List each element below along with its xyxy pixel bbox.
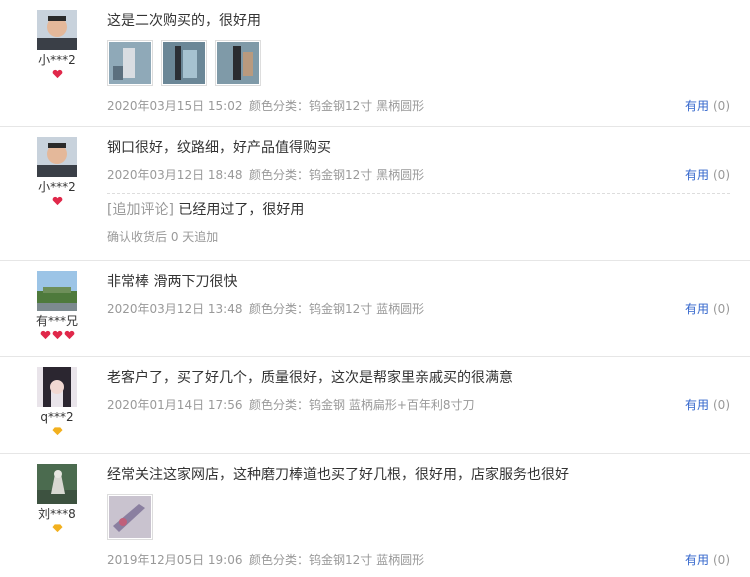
review-meta: 2019年12月05日 19:06 颜色分类：钨金钢12寸 蓝柄圆形 有用 (0) bbox=[107, 552, 730, 568]
heart-icon bbox=[64, 330, 74, 340]
buyer-level-badge bbox=[26, 523, 88, 535]
review-item: 有***兄 非常棒 滑两下刀很快 2020年03月12日 13:48 颜色分类：… bbox=[0, 261, 750, 357]
avatar[interactable] bbox=[37, 137, 77, 177]
useful-count: (0) bbox=[713, 302, 730, 316]
diamond-icon bbox=[51, 524, 63, 533]
review-meta: 2020年03月15日 15:02 颜色分类：钨金钢12寸 黑柄圆形 有用 (0) bbox=[107, 98, 730, 114]
review-item: 小***2 这是二次购买的，很好用 2020年03月15日 15:02 颜色分类… bbox=[0, 0, 750, 127]
review-date: 2020年03月12日 18:48 bbox=[107, 168, 243, 182]
username: 小***2 bbox=[38, 53, 76, 67]
avatar[interactable] bbox=[37, 367, 77, 407]
avatar[interactable] bbox=[37, 271, 77, 311]
buyer-level-badge bbox=[26, 196, 88, 208]
useful-count: (0) bbox=[713, 398, 730, 412]
buyer-level-badge bbox=[26, 426, 88, 438]
useful-button[interactable]: 有用 (0) bbox=[685, 397, 730, 413]
review-photos bbox=[107, 40, 730, 86]
review-photo-thumbnail[interactable] bbox=[107, 494, 153, 540]
useful-label[interactable]: 有用 bbox=[685, 302, 709, 316]
sku-info: 颜色分类：钨金钢12寸 黑柄圆形 bbox=[249, 168, 425, 182]
review-photo-thumbnail[interactable] bbox=[215, 40, 261, 86]
diamond-icon bbox=[51, 427, 63, 436]
review-photo-thumbnail[interactable] bbox=[107, 40, 153, 86]
review-date: 2020年03月15日 15:02 bbox=[107, 99, 243, 113]
heart-icon bbox=[52, 69, 62, 79]
reviewer: 有***兄 bbox=[26, 271, 88, 342]
username: 刘***8 bbox=[38, 507, 76, 521]
review-text: 非常棒 滑两下刀很快 bbox=[107, 274, 238, 290]
useful-count: (0) bbox=[713, 99, 730, 113]
review-meta: 2020年03月12日 13:48 颜色分类：钨金钢12寸 蓝柄圆形 有用 (0) bbox=[107, 301, 730, 317]
useful-button[interactable]: 有用 (0) bbox=[685, 98, 730, 114]
heart-icon bbox=[52, 196, 62, 206]
review-photo-thumbnail[interactable] bbox=[161, 40, 207, 86]
review-date: 2020年03月12日 13:48 bbox=[107, 302, 243, 316]
review-text: 这是二次购买的，很好用 bbox=[107, 13, 261, 29]
appended-review: [追加评论] 已经用过了，很好用 bbox=[107, 200, 730, 220]
username: q***2 bbox=[40, 410, 74, 424]
heart-icon bbox=[40, 330, 50, 340]
useful-label[interactable]: 有用 bbox=[685, 553, 709, 567]
review-meta: 2020年01月14日 17:56 颜色分类：钨金钢 蓝柄扁形+百年利8寸刀 有… bbox=[107, 397, 730, 413]
buyer-level-badge bbox=[26, 330, 88, 342]
reviewer: q***2 bbox=[26, 367, 88, 438]
sku-info: 颜色分类：钨金钢12寸 蓝柄圆形 bbox=[249, 302, 425, 316]
append-tag: [追加评论] bbox=[107, 202, 174, 218]
append-text: 已经用过了，很好用 bbox=[178, 202, 305, 218]
useful-count: (0) bbox=[713, 168, 730, 182]
reviewer: 小***2 bbox=[26, 10, 88, 81]
useful-button[interactable]: 有用 (0) bbox=[685, 552, 730, 568]
review-text: 钢口很好，纹路细，好产品值得购买 bbox=[107, 140, 331, 156]
useful-button[interactable]: 有用 (0) bbox=[685, 167, 730, 183]
append-note: 确认收货后 0 天追加 bbox=[107, 230, 219, 244]
review-item: 刘***8 经常关注这家网店，这种磨刀棒道也买了好几根，很好用，店家服务也很好 … bbox=[0, 454, 750, 577]
sku-info: 颜色分类：钨金钢 蓝柄扁形+百年利8寸刀 bbox=[249, 398, 475, 412]
review-text: 经常关注这家网店，这种磨刀棒道也买了好几根，很好用，店家服务也很好 bbox=[107, 467, 569, 483]
sku-info: 颜色分类：钨金钢12寸 黑柄圆形 bbox=[249, 99, 425, 113]
reviewer: 刘***8 bbox=[26, 464, 88, 535]
sku-info: 颜色分类：钨金钢12寸 蓝柄圆形 bbox=[249, 553, 425, 567]
heart-icon bbox=[52, 330, 62, 340]
reviewer: 小***2 bbox=[26, 137, 88, 208]
useful-label[interactable]: 有用 bbox=[685, 99, 709, 113]
review-meta: 2020年03月12日 18:48 颜色分类：钨金钢12寸 黑柄圆形 有用 (0) bbox=[107, 167, 730, 183]
review-photos bbox=[107, 494, 730, 540]
username: 有***兄 bbox=[35, 314, 78, 328]
username: 小***2 bbox=[38, 180, 76, 194]
avatar[interactable] bbox=[37, 464, 77, 504]
useful-count: (0) bbox=[713, 553, 730, 567]
append-divider bbox=[107, 193, 730, 194]
useful-button[interactable]: 有用 (0) bbox=[685, 301, 730, 317]
buyer-level-badge bbox=[26, 69, 88, 81]
review-date: 2020年01月14日 17:56 bbox=[107, 398, 243, 412]
review-item: 小***2 钢口很好，纹路细，好产品值得购买 2020年03月12日 18:48… bbox=[0, 127, 750, 261]
review-date: 2019年12月05日 19:06 bbox=[107, 553, 243, 567]
review-item: q***2 老客户了，买了好几个，质量很好，这次是帮家里亲戚买的很满意 2020… bbox=[0, 357, 750, 454]
useful-label[interactable]: 有用 bbox=[685, 398, 709, 412]
useful-label[interactable]: 有用 bbox=[685, 168, 709, 182]
review-text: 老客户了，买了好几个，质量很好，这次是帮家里亲戚买的很满意 bbox=[107, 370, 513, 386]
avatar[interactable] bbox=[37, 10, 77, 50]
